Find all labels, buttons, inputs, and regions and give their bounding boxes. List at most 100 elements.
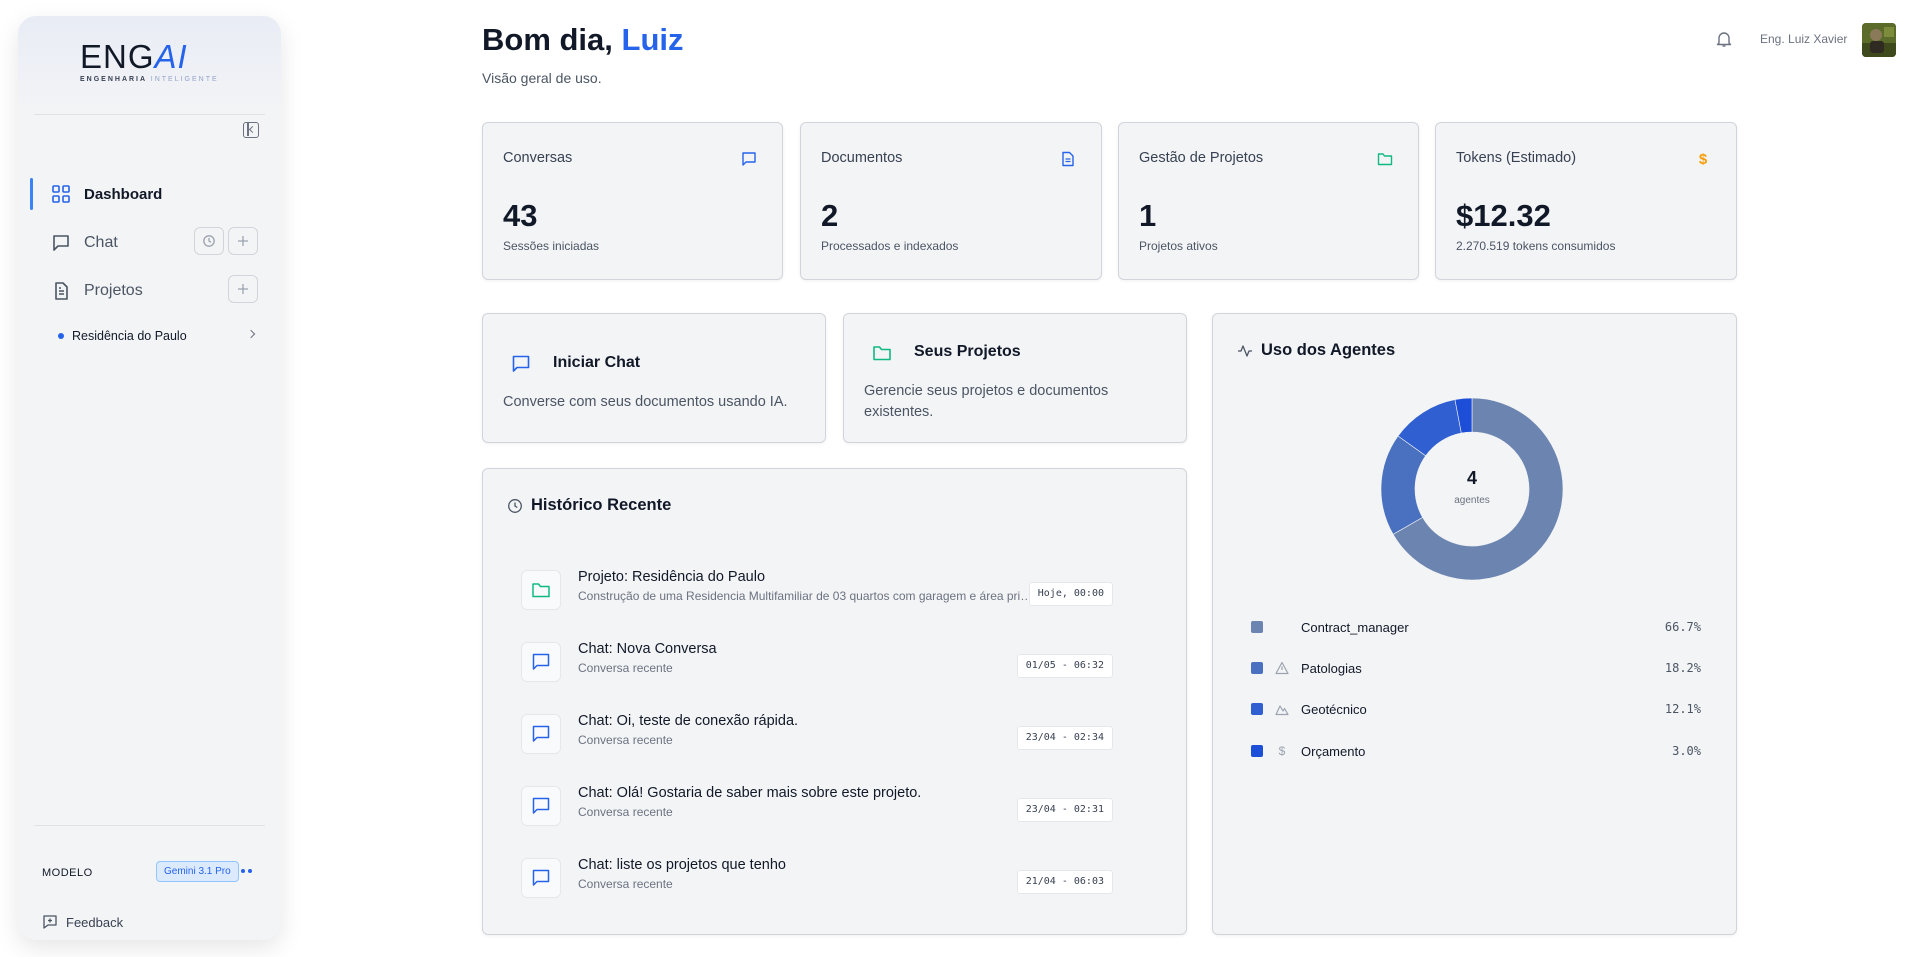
stat-card-tokens[interactable]: Tokens (Estimado) $ $12.32 2.270.519 tok… [1435, 122, 1737, 280]
history-row-title: Chat: liste os projetos que tenho [578, 857, 786, 873]
chat-icon [511, 354, 531, 379]
logo-text: ENG [80, 38, 155, 75]
history-icon [203, 235, 215, 247]
folder-icon [872, 343, 892, 368]
history-row-title: Chat: Nova Conversa [578, 641, 717, 657]
donut-chart: 4 agentes [1380, 397, 1564, 581]
grid-icon [50, 183, 72, 205]
history-row[interactable]: Projeto: Residência do Paulo Construção … [521, 563, 1141, 613]
plus-icon [238, 284, 248, 294]
nav-label-projetos: Projetos [84, 282, 143, 299]
history-row[interactable]: Chat: Olá! Gostaria de saber mais sobre … [521, 779, 1141, 829]
history-row-subtitle: Conversa recente [578, 733, 673, 747]
history-title: Histórico Recente [507, 496, 671, 515]
logo-ai-text: AI [154, 38, 188, 75]
stat-card-conversas[interactable]: Conversas 43 Sessões iniciadas [482, 122, 783, 280]
sidebar: ENGAI ENGENHARIA INTELIGENTE Dashboard C… [18, 16, 281, 940]
stat-subtitle: Projetos ativos [1139, 239, 1218, 253]
history-row-subtitle: Conversa recente [578, 877, 673, 891]
legend-swatch [1251, 745, 1263, 757]
dollar-icon: $ [1278, 744, 1286, 758]
chat-history-button[interactable] [194, 227, 224, 255]
stat-title: Documentos [821, 150, 903, 166]
stat-value: 1 [1139, 198, 1157, 233]
legend-percent: 3.0% [1672, 744, 1701, 758]
new-project-button[interactable] [228, 275, 258, 303]
donut-center-value: 4 [1466, 468, 1477, 488]
logo-area: ENGAI ENGENHARIA INTELIGENTE [18, 16, 281, 112]
projects-card[interactable]: Seus Projetos Gerencie seus projetos e d… [843, 313, 1187, 443]
nav-item-dashboard[interactable]: Dashboard [30, 176, 270, 212]
start-chat-description: Converse com seus documentos usando IA. [503, 394, 788, 410]
history-title-text: Histórico Recente [531, 496, 672, 514]
stat-subtitle: 2.270.519 tokens consumidos [1456, 239, 1616, 253]
chat-icon [521, 642, 561, 682]
stat-value: 43 [503, 198, 538, 233]
feedback-button[interactable]: Feedback [42, 914, 123, 930]
legend-name: Contract_manager [1301, 619, 1409, 635]
legend-item: Geotécnico 12.1% [1251, 699, 1701, 719]
history-row-subtitle: Construção de uma Residencia Multifamili… [578, 589, 1038, 603]
blank-icon [1275, 620, 1289, 634]
history-row-time: 23/04 - 02:31 [1016, 798, 1113, 822]
project-dot [58, 333, 64, 339]
donut-svg [1380, 397, 1564, 581]
page-subtitle: Visão geral de uso. [482, 70, 602, 86]
history-row-time: 23/04 - 02:34 [1016, 726, 1113, 750]
warning-icon [1275, 661, 1289, 675]
collapse-sidebar-icon[interactable] [243, 122, 259, 138]
agents-title: Uso dos Agentes [1237, 341, 1395, 360]
nav-label-dashboard: Dashboard [84, 185, 163, 203]
feedback-icon [43, 915, 57, 929]
agents-usage-panel: Uso dos Agentes 4 agentes Contract_manag… [1212, 313, 1737, 935]
new-chat-button[interactable] [228, 227, 258, 255]
legend-item: $ Orçamento 3.0% [1251, 741, 1701, 761]
history-row[interactable]: Chat: Nova Conversa Conversa recente 01/… [521, 635, 1141, 685]
chat-icon [521, 786, 561, 826]
legend-swatch [1251, 703, 1263, 715]
legend-swatch [1251, 621, 1263, 633]
logo[interactable]: ENGAI [80, 38, 188, 76]
user-name[interactable]: Eng. Luiz Xavier [1760, 32, 1847, 46]
stat-title: Gestão de Projetos [1139, 150, 1264, 166]
projects-card-title: Seus Projetos [914, 343, 1021, 360]
legend-percent: 66.7% [1664, 620, 1701, 634]
model-selector[interactable]: Gemini 3.1 Pro [156, 861, 239, 882]
history-row-subtitle: Conversa recente [578, 661, 673, 675]
clock-icon [508, 498, 522, 513]
legend-name: Orçamento [1301, 743, 1366, 759]
sidebar-divider [34, 114, 265, 115]
agents-title-text: Uso dos Agentes [1261, 341, 1396, 359]
stat-card-projetos[interactable]: Gestão de Projetos 1 Projetos ativos [1118, 122, 1419, 280]
legend-percent: 12.1% [1664, 702, 1701, 716]
stat-title: Tokens (Estimado) [1456, 150, 1577, 166]
folder-icon [1376, 150, 1394, 168]
project-item-label: Residência do Paulo [72, 329, 187, 343]
stat-subtitle: Sessões iniciadas [503, 239, 600, 253]
document-icon [1059, 150, 1077, 168]
chat-icon [50, 232, 72, 254]
legend-item: Contract_manager 66.7% [1251, 617, 1701, 637]
stat-value: $12.32 [1456, 198, 1551, 233]
start-chat-card[interactable]: Iniciar Chat Converse com seus documento… [482, 313, 826, 443]
stat-card-documentos[interactable]: Documentos 2 Processados e indexados [800, 122, 1102, 280]
history-row-time: 01/05 - 06:32 [1016, 654, 1113, 678]
model-label: MODELO [42, 867, 93, 879]
bell-icon[interactable] [1715, 30, 1733, 48]
avatar[interactable] [1862, 23, 1896, 57]
dollar-icon: $ [1698, 150, 1708, 168]
start-chat-title: Iniciar Chat [553, 354, 641, 371]
projects-card-description: Gerencie seus projetos e documentos exis… [864, 383, 1109, 420]
logo-tagline-light: INTELIGENTE [150, 76, 219, 83]
history-row-time: Hoje, 00:00 [1028, 582, 1113, 606]
nav-label-chat: Chat [84, 234, 118, 251]
history-row[interactable]: Chat: liste os projetos que tenho Conver… [521, 851, 1141, 901]
greeting-name: Luiz [621, 22, 684, 57]
legend-percent: 18.2% [1664, 661, 1701, 675]
sidebar-divider-bottom [34, 825, 265, 826]
model-status-icon [241, 868, 255, 874]
history-row[interactable]: Chat: Oi, teste de conexão rápida. Conve… [521, 707, 1141, 757]
sidebar-project-item[interactable]: Residência do Paulo [58, 326, 268, 346]
activity-icon [1238, 344, 1252, 357]
document-icon [50, 280, 72, 302]
